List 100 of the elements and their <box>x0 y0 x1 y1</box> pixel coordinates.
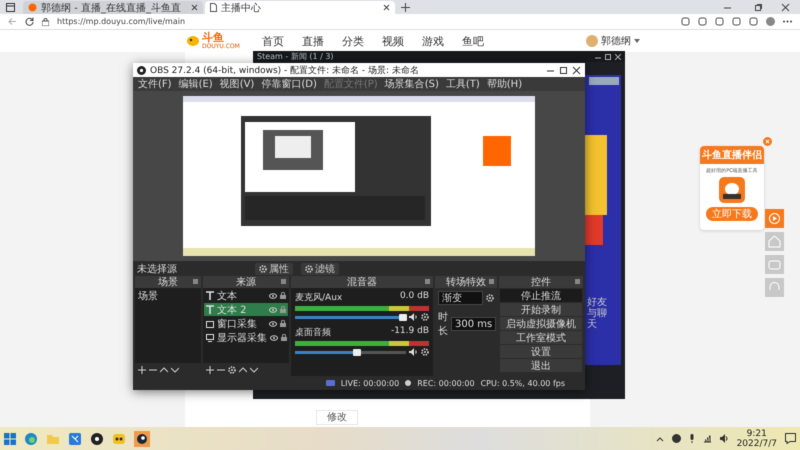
gear-icon[interactable] <box>305 264 313 272</box>
move-down-icon[interactable] <box>171 366 179 374</box>
move-down-icon[interactable] <box>250 366 258 374</box>
slider-thumb[interactable] <box>353 348 362 356</box>
nav-link[interactable]: 视频 <box>382 34 404 48</box>
live-stream-icon[interactable] <box>765 209 784 228</box>
eye-icon[interactable] <box>269 292 277 298</box>
rec-time: REC: 00:00:00 <box>417 378 475 388</box>
live-icon <box>326 380 335 386</box>
menu-item[interactable]: 编辑(E) <box>178 77 213 91</box>
menu-item[interactable]: 场景集合(S) <box>384 77 439 91</box>
chevron-up-icon[interactable] <box>656 436 664 442</box>
gear-icon[interactable] <box>421 348 429 356</box>
speaker-icon[interactable] <box>409 348 418 356</box>
gear-icon[interactable] <box>486 294 494 302</box>
reload-icon[interactable] <box>25 17 34 26</box>
control-button[interactable]: 工作室模式 <box>500 331 582 344</box>
menu-item[interactable]: 文件(F) <box>138 77 172 91</box>
gear-icon[interactable] <box>421 313 429 321</box>
eye-icon[interactable] <box>270 334 278 340</box>
nav-link[interactable]: 首页 <box>262 34 284 48</box>
start-icon[interactable] <box>4 432 16 444</box>
source-item[interactable]: 显示器采集 <box>204 331 288 344</box>
close-icon[interactable] <box>615 54 621 60</box>
browser-icon[interactable] <box>24 432 38 446</box>
app-icon[interactable] <box>68 432 82 446</box>
nav-link[interactable]: 鱼吧 <box>462 34 484 48</box>
edit-button[interactable]: 修改 <box>316 410 358 425</box>
close-icon[interactable] <box>572 66 581 74</box>
source-item[interactable]: 窗口采集 <box>204 317 288 330</box>
lock-icon[interactable] <box>280 320 286 327</box>
move-up-icon[interactable] <box>160 366 168 374</box>
maximize-icon[interactable] <box>605 54 611 60</box>
nav-link[interactable]: 游戏 <box>422 34 444 48</box>
volume-icon[interactable] <box>720 434 729 443</box>
source-item[interactable]: 文本 <box>204 289 288 302</box>
control-button[interactable]: 停止推流 <box>500 289 582 302</box>
bee-icon[interactable] <box>112 432 126 446</box>
add-icon[interactable] <box>206 366 214 374</box>
control-button[interactable]: 启动虚拟摄像机 <box>500 317 582 330</box>
panel-title: 转场特效 <box>446 276 486 289</box>
menu-item[interactable]: 视图(V) <box>220 77 254 91</box>
duration-field[interactable]: 300 ms <box>451 317 496 331</box>
nav-link[interactable]: 直播 <box>302 34 324 48</box>
gear-icon[interactable] <box>228 366 236 374</box>
control-button[interactable]: 设置 <box>500 345 582 358</box>
menu-item[interactable]: 工具(T) <box>446 77 480 91</box>
control-button[interactable]: 开始录制 <box>500 303 582 316</box>
site-icon <box>28 3 37 12</box>
tab-actions-icon[interactable] <box>6 3 15 12</box>
menu-item[interactable]: 停靠窗口(D) <box>261 77 317 91</box>
menu-item[interactable]: 帮助(H) <box>486 77 522 91</box>
panel-title: 混音器 <box>347 276 377 289</box>
microphone-icon[interactable] <box>688 434 695 443</box>
close-icon[interactable] <box>781 3 790 12</box>
move-up-icon[interactable] <box>239 366 247 374</box>
field-label: 时长 <box>438 310 448 338</box>
panel-title: 来源 <box>236 276 256 289</box>
caret-icon[interactable] <box>634 39 640 43</box>
close-icon[interactable] <box>191 4 198 11</box>
speaker-icon[interactable] <box>409 313 418 321</box>
scene-item[interactable]: 场景 <box>136 289 200 302</box>
user-name[interactable]: 郭德纲 <box>600 34 631 48</box>
close-icon[interactable] <box>383 4 390 11</box>
status-text: 未选择源 <box>137 262 177 276</box>
gear-icon[interactable] <box>259 264 267 272</box>
obs-icon[interactable] <box>90 432 104 446</box>
panel-title: 控件 <box>531 276 551 289</box>
browser-tab[interactable]: 郭德纲 - 直播_在线直播_斗鱼直 <box>23 1 203 14</box>
slider-thumb[interactable] <box>398 314 407 320</box>
nav-link[interactable]: 分类 <box>342 34 364 48</box>
user-avatar-icon <box>586 35 598 47</box>
page-icon <box>210 3 217 12</box>
new-tab-icon[interactable] <box>401 3 410 12</box>
text-icon <box>206 305 214 314</box>
eye-icon[interactable] <box>269 320 277 326</box>
lock-icon <box>42 18 49 26</box>
text-icon <box>206 291 214 300</box>
lock-icon[interactable] <box>280 292 286 299</box>
panel-title: 场景 <box>158 276 178 289</box>
lock-icon[interactable] <box>281 334 287 341</box>
steam-icon[interactable] <box>134 430 150 446</box>
profile-icon[interactable] <box>766 17 775 26</box>
channel-name: 麦克风/Aux <box>295 292 342 304</box>
friends-label[interactable]: 好友与聊天 <box>587 297 609 330</box>
network-icon[interactable] <box>702 434 712 443</box>
clock-time: 9:21 <box>746 428 767 438</box>
browser-tab[interactable]: 主播中心 <box>205 1 395 14</box>
restore-icon[interactable] <box>754 3 763 12</box>
window-icon <box>206 320 214 328</box>
toolbar-button[interactable]: 滤镜 <box>301 262 339 274</box>
toolbar-button[interactable]: 属性 <box>255 262 293 274</box>
window-title: OBS 27.2.4 (64-bit, windows) - 配置文件: 未命名 - 场景: 未命名 <box>150 64 420 76</box>
window-title: Steam - 新闻 (1 / 3) <box>257 51 335 62</box>
transition-dropdown[interactable]: 渐变 <box>438 291 483 305</box>
maximize-icon[interactable] <box>559 66 568 74</box>
notification-icon[interactable] <box>785 433 796 444</box>
control-button[interactable]: 退出 <box>500 359 582 372</box>
add-icon[interactable] <box>138 366 146 374</box>
app-logo-icon <box>137 66 146 74</box>
